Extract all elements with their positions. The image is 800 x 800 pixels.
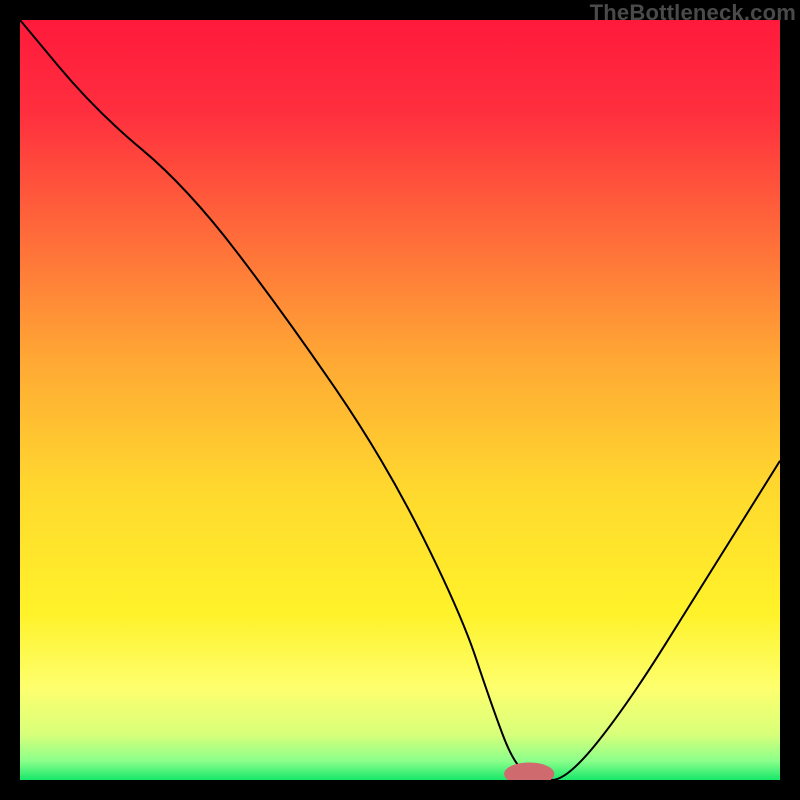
bottleneck-chart xyxy=(20,20,780,780)
optimal-marker xyxy=(505,763,554,780)
chart-frame: TheBottleneck.com xyxy=(0,0,800,800)
watermark-text: TheBottleneck.com xyxy=(590,0,796,26)
gradient-bg xyxy=(20,20,780,780)
